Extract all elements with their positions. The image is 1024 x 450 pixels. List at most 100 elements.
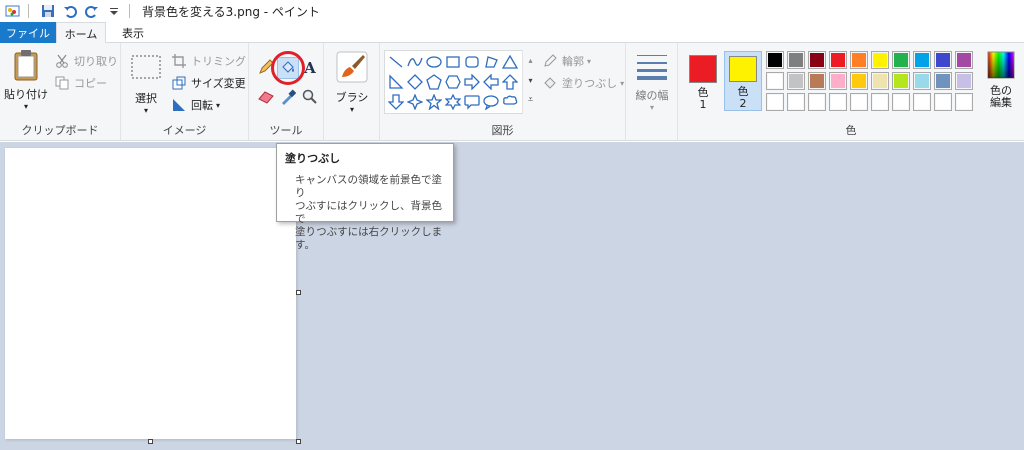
shape-rounded-callout[interactable] (463, 93, 481, 111)
shape-diamond[interactable] (406, 73, 424, 91)
palette-swatch[interactable] (892, 51, 910, 69)
palette-swatch[interactable] (787, 51, 805, 69)
eraser-tool[interactable] (255, 87, 277, 109)
palette-swatch[interactable] (913, 72, 931, 90)
resize-button[interactable]: サイズ変更 (171, 73, 246, 93)
size-button[interactable]: 線の幅 ▾ (632, 51, 672, 121)
shape-rounded-rectangle[interactable] (463, 53, 481, 71)
tools-group-label: ツール (269, 124, 303, 137)
rotate-dropdown-icon[interactable]: ▾ (216, 101, 220, 110)
shape-six-point-star[interactable] (444, 93, 462, 111)
size-dropdown-icon[interactable]: ▾ (650, 103, 654, 112)
resize-handle-bottom[interactable] (148, 439, 153, 444)
shape-up-arrow[interactable] (501, 73, 519, 91)
palette-swatch[interactable] (955, 51, 973, 69)
drawing-canvas[interactable] (5, 148, 296, 439)
outline-label: 輪郭 (562, 55, 584, 68)
shape-left-arrow[interactable] (482, 73, 500, 91)
brushes-button[interactable]: ブラシ ▾ (332, 51, 372, 121)
palette-swatch-fill (957, 74, 971, 88)
tab-home[interactable]: ホーム (56, 22, 106, 44)
resize-handle-corner[interactable] (296, 439, 301, 444)
palette-swatch-fill (789, 74, 803, 88)
custom-color-slot[interactable] (955, 93, 973, 111)
palette-swatch[interactable] (955, 72, 973, 90)
palette-swatch[interactable] (766, 51, 784, 69)
window-title: 背景色を変える3.png - ペイント (142, 4, 320, 19)
brushes-dropdown-icon[interactable]: ▾ (350, 105, 354, 114)
customize-quick-access-icon[interactable] (105, 2, 123, 20)
shape-triangle[interactable] (501, 53, 519, 71)
palette-swatch[interactable] (766, 72, 784, 90)
shapes-scrollbar[interactable]: ▴ ▾ ⩡ (522, 50, 538, 114)
edit-colors-button[interactable]: 色の 編集 (982, 51, 1020, 121)
palette-swatch[interactable] (808, 72, 826, 90)
shapes-scroll-up-icon[interactable]: ▴ (523, 50, 538, 70)
palette-swatch[interactable] (934, 51, 952, 69)
custom-color-slot[interactable] (766, 93, 784, 111)
shape-right-arrow[interactable] (463, 73, 481, 91)
custom-color-slot[interactable] (871, 93, 889, 111)
copy-button[interactable]: コピー (54, 73, 107, 93)
tab-file[interactable]: ファイル (0, 22, 56, 43)
custom-color-slot[interactable] (787, 93, 805, 111)
shape-four-point-star[interactable] (406, 93, 424, 111)
palette-swatch-fill (915, 53, 929, 67)
eyedropper-icon (280, 88, 297, 108)
shape-curve[interactable] (406, 53, 424, 71)
palette-swatch[interactable] (871, 72, 889, 90)
rotate-label: 回転 (191, 99, 213, 112)
cut-button[interactable]: 切り取り (54, 51, 118, 71)
custom-color-slot[interactable] (934, 93, 952, 111)
paste-dropdown-icon[interactable]: ▾ (24, 102, 28, 111)
crop-button[interactable]: トリミング (171, 51, 246, 71)
palette-swatch[interactable] (934, 72, 952, 90)
shape-cloud-callout[interactable] (501, 93, 519, 111)
palette-swatch[interactable] (808, 51, 826, 69)
shape-rectangle[interactable] (444, 53, 462, 71)
palette-swatch[interactable] (913, 51, 931, 69)
custom-color-slot[interactable] (892, 93, 910, 111)
quick-access-separator (28, 4, 29, 18)
palette-swatch-fill (936, 95, 950, 109)
shape-polygon[interactable] (482, 53, 500, 71)
paste-button[interactable]: 貼り付け ▾ (4, 49, 48, 117)
shapes-expand-icon[interactable]: ⩡ (523, 90, 538, 110)
palette-swatch[interactable] (892, 72, 910, 90)
save-icon[interactable] (39, 2, 57, 20)
shape-oval[interactable] (425, 53, 443, 71)
resize-handle-right[interactable] (296, 290, 301, 295)
outline-button[interactable]: 輪郭 ▾ (542, 51, 591, 71)
shape-pentagon[interactable] (425, 73, 443, 91)
palette-swatch[interactable] (829, 72, 847, 90)
magnifier-tool[interactable] (299, 87, 321, 109)
palette-swatch[interactable] (787, 72, 805, 90)
shape-right-triangle[interactable] (387, 73, 405, 91)
palette-swatch[interactable] (850, 72, 868, 90)
color2-button[interactable]: 色 2 (724, 51, 762, 111)
shapes-scroll-down-icon[interactable]: ▾ (523, 70, 538, 90)
shape-hexagon[interactable] (444, 73, 462, 91)
shape-five-point-star[interactable] (425, 93, 443, 111)
paint-app-icon[interactable] (4, 2, 22, 20)
rotate-button[interactable]: 回転 ▾ (171, 95, 220, 115)
shape-line[interactable] (387, 53, 405, 71)
redo-icon[interactable] (83, 2, 101, 20)
custom-color-slot[interactable] (850, 93, 868, 111)
shape-down-arrow[interactable] (387, 93, 405, 111)
shape-oval-callout[interactable] (482, 93, 500, 111)
color-picker-tool[interactable] (277, 87, 299, 109)
select-button[interactable]: 選択 ▾ (129, 55, 163, 119)
custom-color-slot[interactable] (913, 93, 931, 111)
color1-button[interactable]: 色 1 (684, 51, 722, 111)
tab-view[interactable]: 表示 (110, 22, 156, 44)
palette-swatch[interactable] (850, 51, 868, 69)
custom-color-slot[interactable] (808, 93, 826, 111)
undo-icon[interactable] (61, 2, 79, 20)
palette-swatch[interactable] (871, 51, 889, 69)
palette-swatch[interactable] (829, 51, 847, 69)
workspace[interactable] (0, 142, 1024, 450)
select-dropdown-icon[interactable]: ▾ (144, 106, 148, 115)
custom-color-slot[interactable] (829, 93, 847, 111)
shape-fill-button[interactable]: 塗りつぶし ▾ (542, 73, 624, 93)
